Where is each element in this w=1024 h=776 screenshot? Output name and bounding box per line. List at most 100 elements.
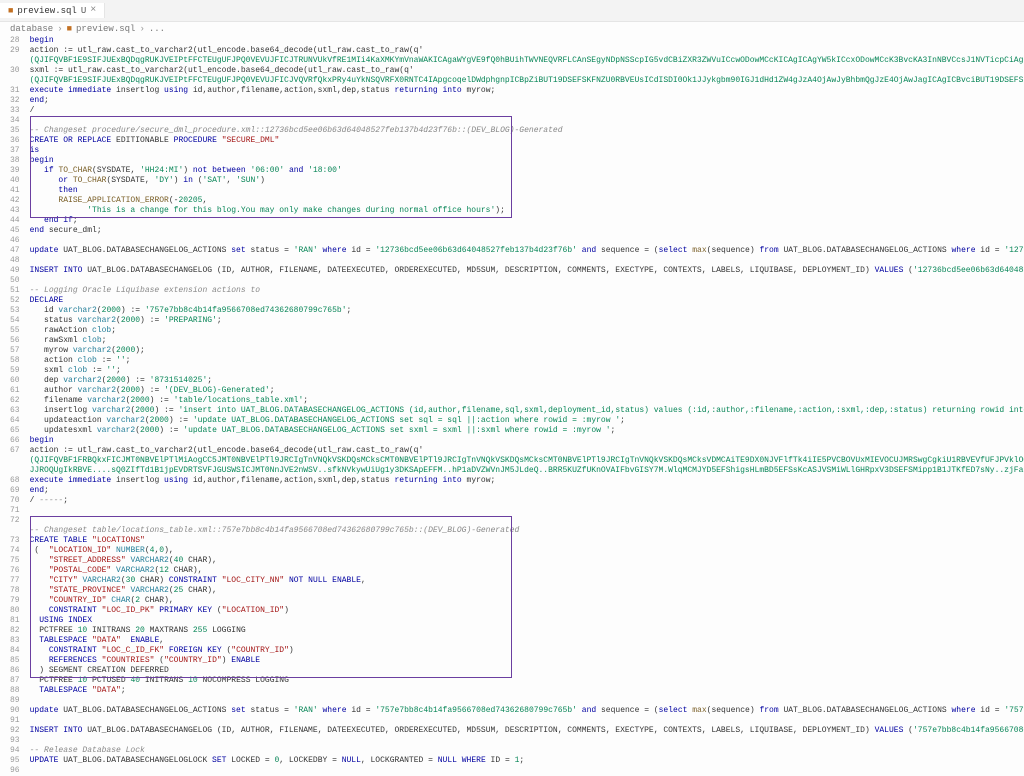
code-line[interactable]: DECLARE [30,296,1024,306]
line-number [10,76,20,86]
code-line[interactable]: id varchar2(2000) := '757e7bb8c4b14fa956… [30,306,1024,316]
code-line[interactable]: then [30,186,1024,196]
code-line[interactable]: REFERENCES "COUNTRIES" ("COUNTRY_ID") EN… [30,656,1024,666]
code-line[interactable] [30,116,1024,126]
editor-tab[interactable]: ■ preview.sql U × [0,3,105,18]
breadcrumb-file[interactable]: preview.sql [76,24,135,34]
code-line[interactable]: updateaction varchar2(2000) := 'update U… [30,416,1024,426]
line-number: 87 [10,676,20,686]
code-line[interactable]: insertlog varchar2(2000) := 'insert into… [30,406,1024,416]
line-number: 39 [10,166,20,176]
code-line[interactable]: "COUNTRY_ID" CHAR(2 CHAR), [30,596,1024,606]
code-line[interactable]: author varchar2(2000) := '(DEV_BLOG)-Gen… [30,386,1024,396]
code-line[interactable]: "POSTAL_CODE" VARCHAR2(12 CHAR), [30,566,1024,576]
code-line[interactable]: update UAT_BLOG.DATABASECHANGELOG_ACTION… [30,246,1024,256]
code-line[interactable]: TABLESPACE "DATA"; [30,686,1024,696]
line-number: 50 [10,276,20,286]
code-line[interactable] [30,236,1024,246]
code-line[interactable]: update UAT_BLOG.DATABASECHANGELOG_ACTION… [30,706,1024,716]
code-line[interactable]: status varchar2(2000) := 'PREPARING'; [30,316,1024,326]
line-number: 35 [10,126,20,136]
tab-bar: ■ preview.sql U × [0,0,1024,22]
code-line[interactable]: (QJIFQVBF1E9SIFJUExBQDqgRUKJVEIPtFFCTEUg… [30,56,1024,66]
code-line[interactable]: INSERT INTO UAT_BLOG.DATABASECHANGELOG (… [30,266,1024,276]
code-line[interactable]: sxml := utl_raw.cast_to_varchar2(utl_enc… [30,66,1024,76]
code-line[interactable] [30,736,1024,746]
code-line[interactable]: 'This is a change for this blog.You may … [30,206,1024,216]
code-line[interactable] [30,256,1024,266]
line-number: 54 [10,316,20,326]
code-line[interactable]: action := utl_raw.cast_to_varchar2(utl_e… [30,446,1024,456]
line-number: 81 [10,616,20,626]
line-number: 45 [10,226,20,236]
code-line[interactable]: dep varchar2(2000) := '8731514025'; [30,376,1024,386]
code-line[interactable]: or TO_CHAR(SYSDATE, 'DY') in ('SAT', 'SU… [30,176,1024,186]
code-line[interactable]: rawAction clob; [30,326,1024,336]
code-line[interactable]: -- Release Database Lock [30,746,1024,756]
code-line[interactable]: if TO_CHAR(SYSDATE, 'HH24:MI') not betwe… [30,166,1024,176]
code-line[interactable] [30,276,1024,286]
code-line[interactable]: end; [30,96,1024,106]
code-line[interactable] [30,516,1024,526]
code-line[interactable]: updatesxml varchar2(2000) := 'update UAT… [30,426,1024,436]
line-number: 94 [10,746,20,756]
line-number: 72 [10,516,20,526]
code-line[interactable]: / [30,106,1024,116]
line-number: 38 [10,156,20,166]
line-number: 42 [10,196,20,206]
code-line[interactable]: -- Changeset procedure/secure_dml_proced… [30,126,1024,136]
code-line[interactable]: USING INDEX [30,616,1024,626]
code-line[interactable]: CREATE OR REPLACE EDITIONABLE PROCEDURE … [30,136,1024,146]
code-line[interactable] [30,506,1024,516]
code-line[interactable]: "CITY" VARCHAR2(30 CHAR) CONSTRAINT "LOC… [30,576,1024,586]
code-line[interactable]: action clob := ''; [30,356,1024,366]
code-line[interactable]: / -----; [30,496,1024,506]
code-line[interactable]: -- Logging Oracle Liquibase extension ac… [30,286,1024,296]
code-line[interactable]: myrow varchar2(2000); [30,346,1024,356]
code-line[interactable]: end if; [30,216,1024,226]
code-line[interactable] [30,766,1024,776]
sql-file-icon: ■ [8,6,13,16]
code-line[interactable]: CREATE TABLE "LOCATIONS" [30,536,1024,546]
code-line[interactable]: PCTFREE 10 INITRANS 20 MAXTRANS 255 LOGG… [30,626,1024,636]
code-line[interactable]: (QJIFQVBF1E9SIFJUExBQDqgRUKJVEIPtFFCTEUg… [30,76,1024,86]
code-content[interactable]: beginaction := utl_raw.cast_to_varchar2(… [26,36,1024,776]
line-number: 49 [10,266,20,276]
code-line[interactable]: begin [30,36,1024,46]
code-line[interactable]: TABLESPACE "DATA" ENABLE, [30,636,1024,646]
code-line[interactable] [30,716,1024,726]
code-line[interactable]: RAISE_APPLICATION_ERROR(-20205, [30,196,1024,206]
line-number: 60 [10,376,20,386]
code-line[interactable]: begin [30,156,1024,166]
code-line[interactable]: rawSxml clob; [30,336,1024,346]
code-editor[interactable]: 2829303132333435363738394041424344454647… [0,36,1024,776]
code-line[interactable]: UPDATE UAT_BLOG.DATABASECHANGELOGLOCK SE… [30,756,1024,766]
code-line[interactable]: is [30,146,1024,156]
code-line[interactable]: end secure_dml; [30,226,1024,236]
breadcrumb-folder[interactable]: database [10,24,53,34]
line-number: 70 [10,496,20,506]
code-line[interactable]: -- Changeset table/locations_table.xml::… [30,526,1024,536]
code-line[interactable]: CONSTRAINT "LOC_ID_PK" PRIMARY KEY ("LOC… [30,606,1024,616]
code-line[interactable]: CONSTRAINT "LOC_C_ID_FK" FOREIGN KEY ("C… [30,646,1024,656]
code-line[interactable]: "STATE_PROVINCE" VARCHAR2(25 CHAR), [30,586,1024,596]
code-line[interactable]: JJROQUgIkRBVE....sQ0ZIfTd1B1jpEVDRTSVFJG… [30,466,1024,476]
code-line[interactable]: action := utl_raw.cast_to_varchar2(utl_e… [30,46,1024,56]
close-icon[interactable]: × [90,5,96,16]
line-number: 31 [10,86,20,96]
line-number: 78 [10,586,20,596]
code-line[interactable]: execute immediate insertlog using id,aut… [30,476,1024,486]
code-line[interactable]: ( "LOCATION_ID" NUMBER(4,0), [30,546,1024,556]
code-line[interactable]: INSERT INTO UAT_BLOG.DATABASECHANGELOG (… [30,726,1024,736]
code-line[interactable]: filename varchar2(2000) := 'table/locati… [30,396,1024,406]
line-number: 77 [10,576,20,586]
code-line[interactable]: (QJIFQVBF1FRBQkxFICJMT0NBVElPTlMiAogCC5J… [30,456,1024,466]
code-line[interactable]: "STREET_ADDRESS" VARCHAR2(40 CHAR), [30,556,1024,566]
code-line[interactable]: begin [30,436,1024,446]
code-line[interactable]: PCTFREE 10 PCTUSED 40 INITRANS 10 NOCOMP… [30,676,1024,686]
line-number: 37 [10,146,20,156]
code-line[interactable] [30,696,1024,706]
code-line[interactable]: execute immediate insertlog using id,aut… [30,86,1024,96]
code-line[interactable]: end; [30,486,1024,496]
code-line[interactable]: sxml clob := ''; [30,366,1024,376]
